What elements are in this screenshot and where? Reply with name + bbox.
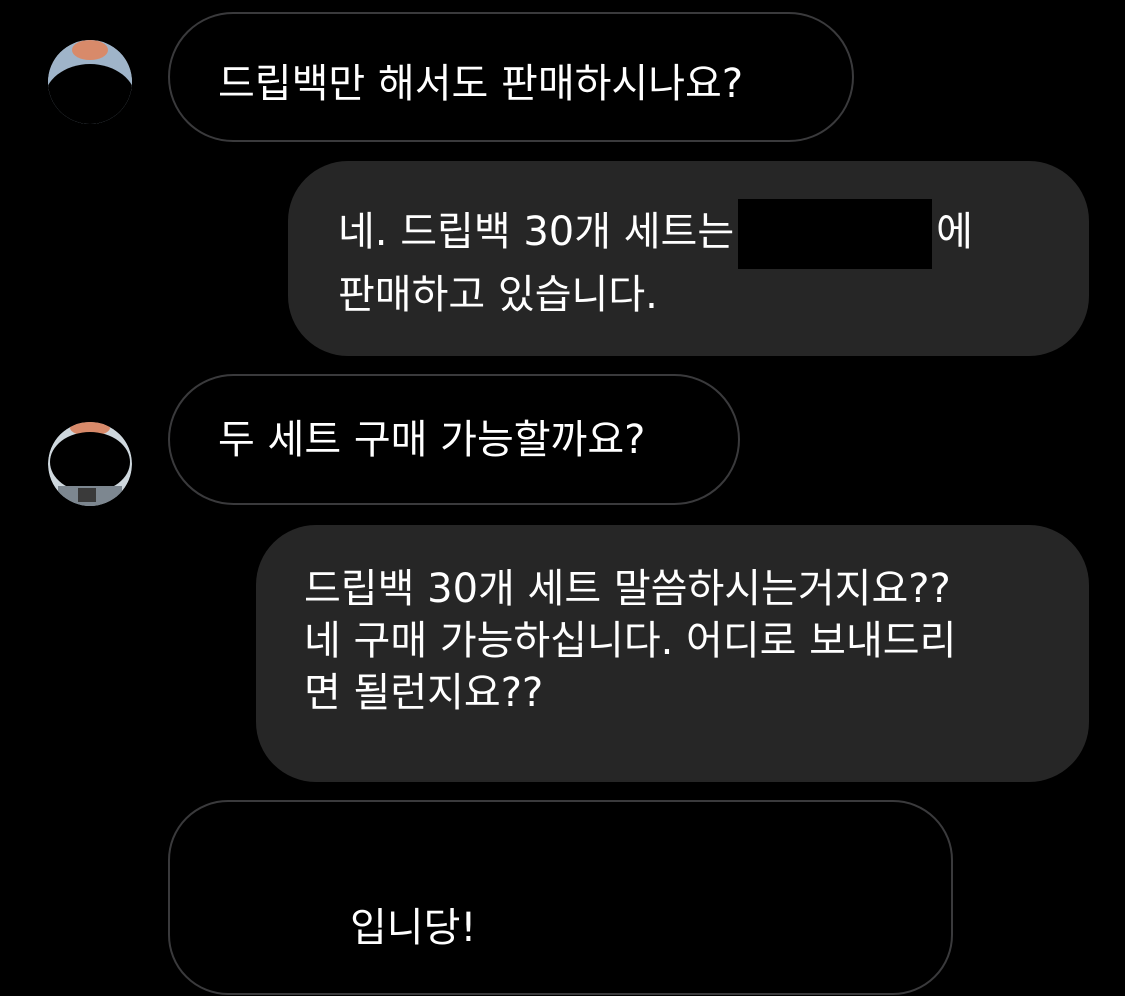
message-bubble-incoming[interactable]: 두 세트 구매 가능할까요? — [168, 374, 740, 505]
message-text: 에 — [936, 209, 973, 255]
message-text: 네. 드립백 30개 세트는 — [338, 209, 735, 255]
message-text: 두 세트 구매 가능할까요? — [218, 417, 646, 463]
message-bubble-incoming[interactable]: 드립백만 해서도 판매하시나요? — [168, 12, 854, 142]
redaction-block — [738, 199, 933, 269]
message-text: 입니당! — [350, 905, 477, 951]
message-bubble-outgoing[interactable]: 네. 드립백 30개 세트는 에 판매하고 있습니다. — [288, 161, 1089, 356]
message-bubble-outgoing[interactable]: 드립백 30개 세트 말씀하시는거지요?? 네 구매 가능하십니다. 어디로 보… — [256, 525, 1089, 782]
avatar[interactable] — [48, 422, 132, 506]
message-line: 네. 드립백 30개 세트는 에 — [338, 199, 1089, 269]
avatar[interactable] — [48, 40, 132, 124]
message-text: 네 구매 가능하십니다. 어디로 보내드리 — [304, 618, 957, 664]
message-text: 드립백만 해서도 판매하시나요? — [218, 61, 744, 107]
message-text: 면 될런지요?? — [304, 670, 544, 716]
message-text: 판매하고 있습니다. — [338, 272, 658, 318]
message-bubble-incoming[interactable]: 입니당! — [168, 800, 953, 995]
message-text: 드립백 30개 세트 말씀하시는거지요?? — [304, 566, 951, 612]
